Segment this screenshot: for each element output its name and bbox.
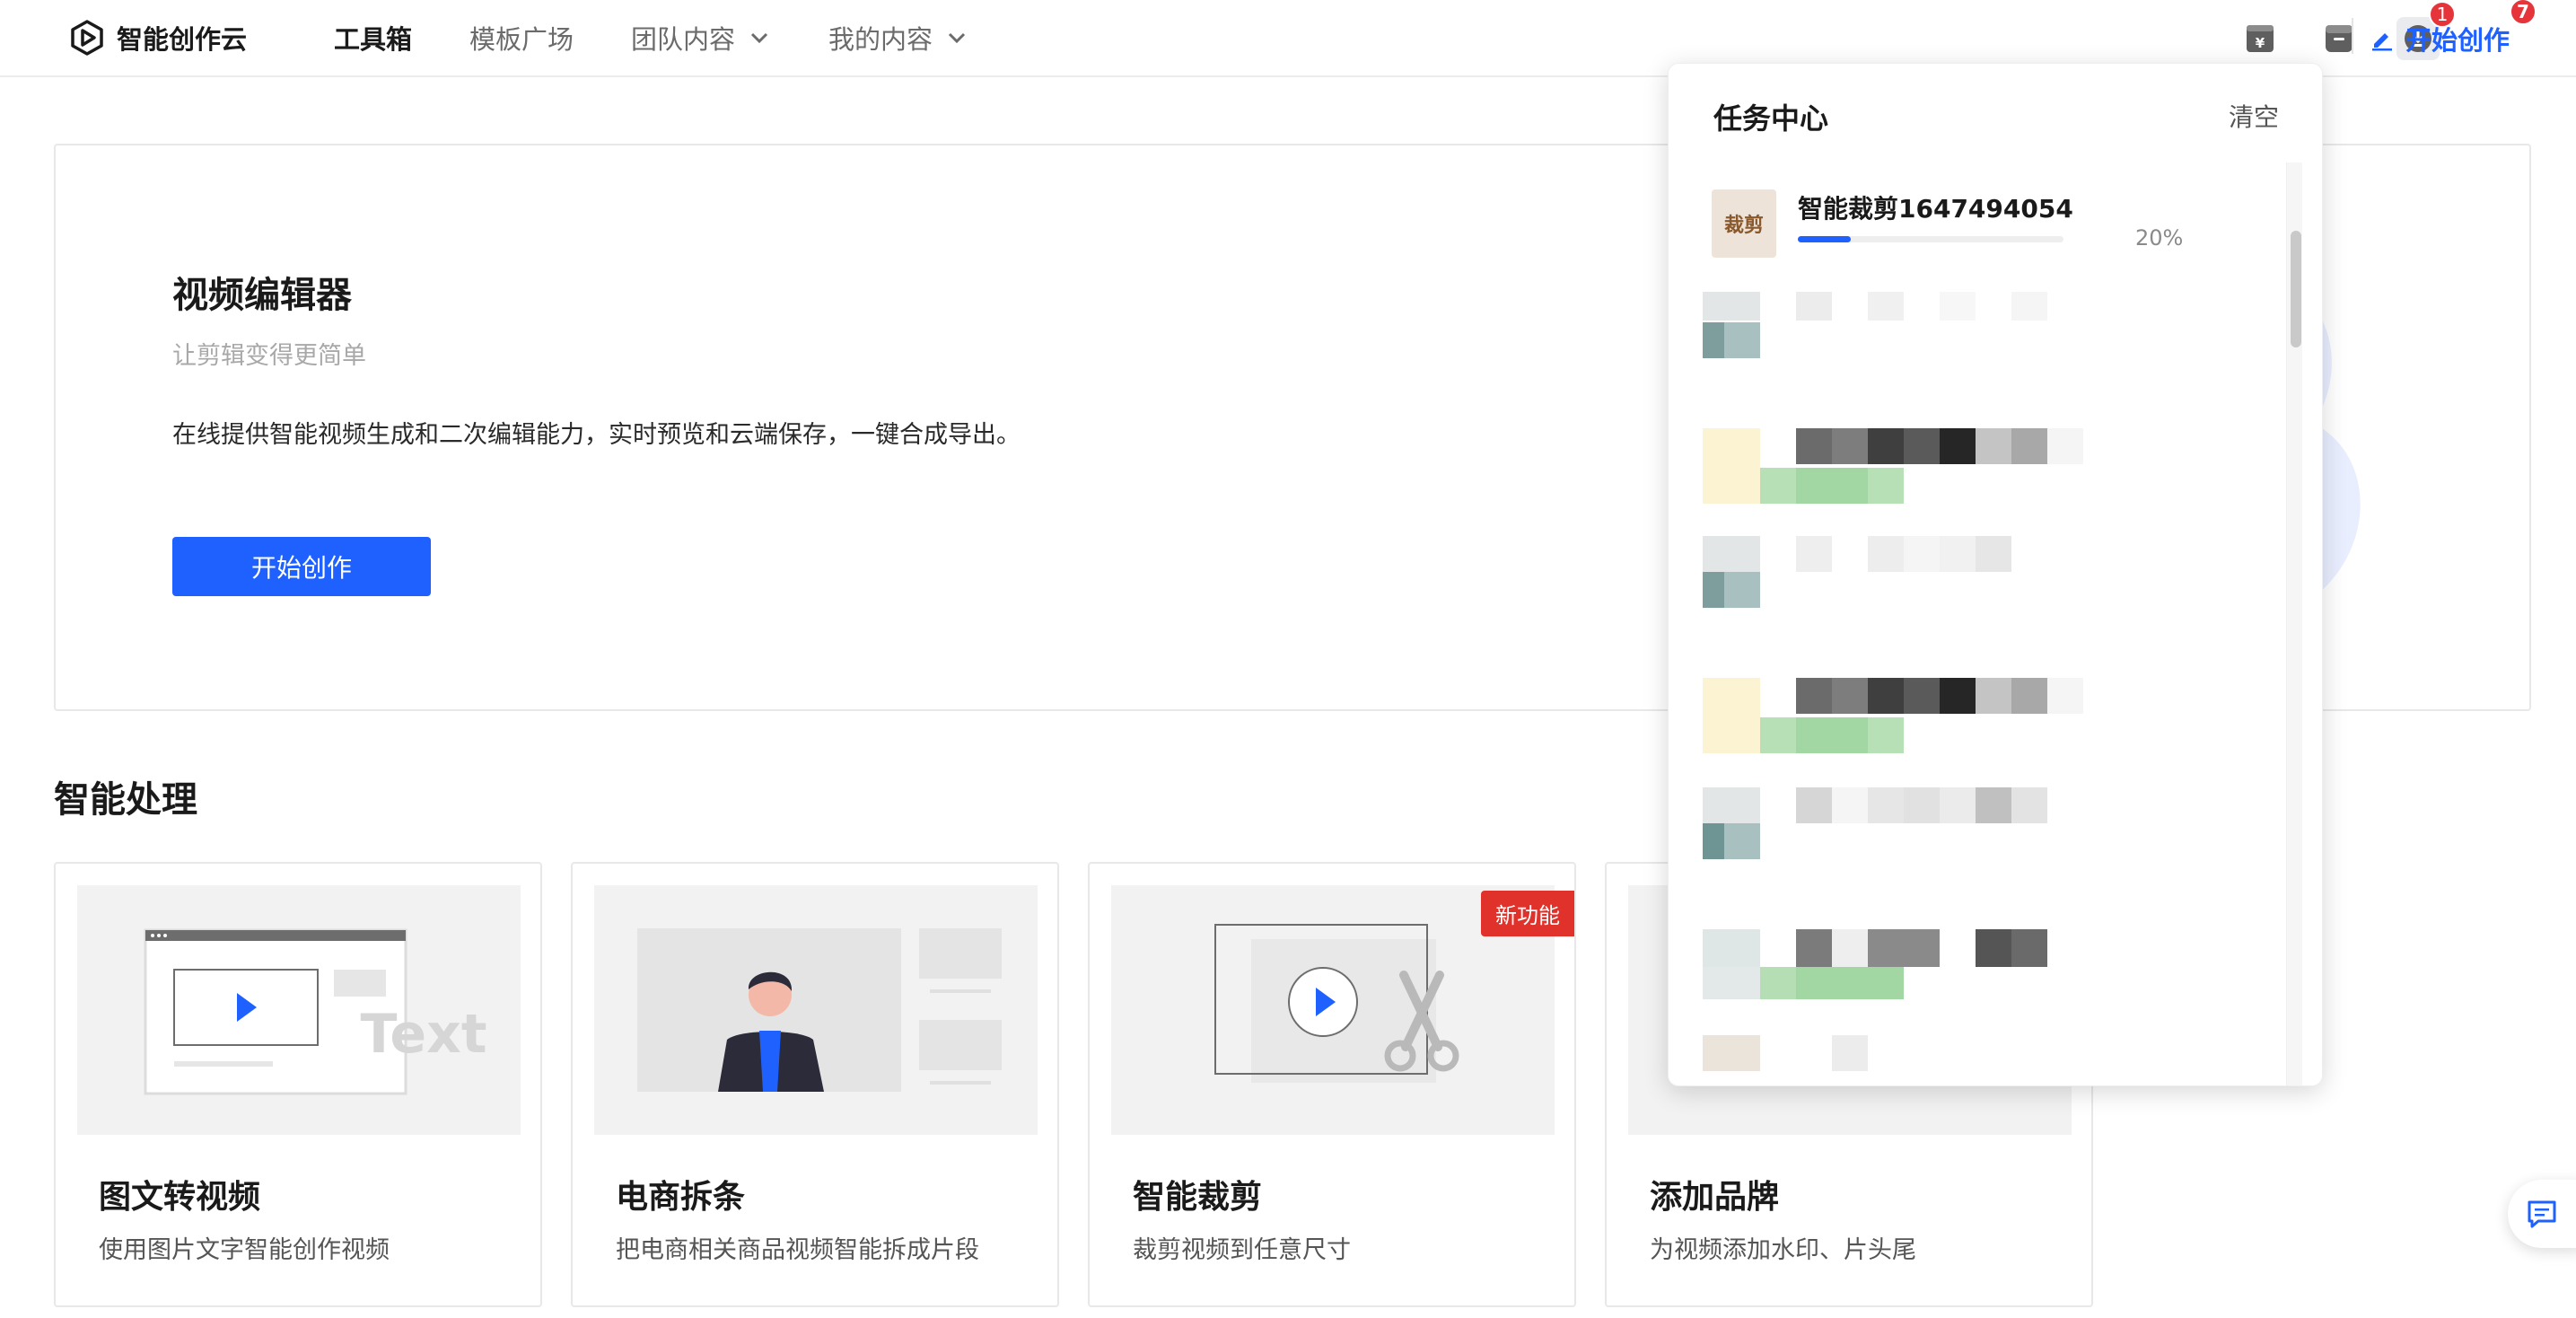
start-create-label: 开始创作 [2405, 25, 2510, 56]
hero-description: 在线提供智能视频生成和二次编辑能力，实时预览和云端保存，一键合成导出。 [172, 421, 1021, 449]
hero-subtitle: 让剪辑变得更简单 [172, 342, 366, 370]
task-list-scrollbar[interactable] [2286, 163, 2302, 1085]
nav-item-label: 工具箱 [334, 24, 413, 55]
blurred-task-item[interactable] [1703, 929, 2134, 1001]
card-title: 智能裁剪 [1133, 1179, 1263, 1216]
feature-card-ecommerce-split[interactable]: 电商拆条 把电商相关商品视频智能拆成片段 [571, 862, 1059, 1307]
clear-tasks-button[interactable]: 清空 [2229, 98, 2279, 134]
card-description: 为视频添加水印、片头尾 [1650, 1236, 1916, 1264]
hero-start-button[interactable]: 开始创作 [172, 537, 431, 596]
yuan-icon: ¥ [2247, 25, 2274, 52]
chevron-down-icon [949, 32, 966, 44]
nav-item-label: 模板广场 [469, 24, 574, 55]
blurred-task-item[interactable] [1703, 292, 2134, 364]
nav-item-template-square[interactable]: 模板广场 [469, 19, 574, 57]
task-center-title: 任务中心 [1713, 101, 1829, 136]
billing-button[interactable]: ¥ [2239, 17, 2282, 60]
pen-icon [2372, 33, 2392, 51]
hero-title: 视频编辑器 [172, 275, 352, 316]
new-feature-tag: 新功能 [1481, 891, 1574, 936]
blurred-task-item[interactable] [1703, 678, 2134, 753]
feature-card-smart-crop[interactable]: 新功能 智能裁剪 裁剪视频到任意尺寸 [1088, 862, 1576, 1307]
card-description: 把电商相关商品视频智能拆成片段 [616, 1236, 979, 1264]
archive-button[interactable] [2318, 17, 2361, 60]
start-create-link[interactable]: 开始创作 7 [2370, 0, 2537, 61]
card-description: 裁剪视频到任意尺寸 [1133, 1236, 1351, 1264]
card-title: 添加品牌 [1650, 1179, 1780, 1216]
feature-card-image-to-video[interactable]: Text 图文转视频 使用图片文字智能创作视频 [54, 862, 542, 1307]
card-illustration: Text [77, 885, 521, 1135]
main-nav: 工具箱 模板广场 团队内容 我的内容 [334, 16, 1026, 59]
task-name: 智能裁剪1647494054 [1798, 194, 2073, 224]
card-description: 使用图片文字智能创作视频 [99, 1236, 390, 1264]
card-title: 图文转视频 [99, 1179, 261, 1216]
nav-item-team-content[interactable]: 团队内容 [631, 19, 771, 57]
task-center-panel: 任务中心 清空 裁剪 智能裁剪1647494054 20% [1668, 63, 2323, 1086]
blurred-task-item[interactable] [1703, 1035, 2134, 1085]
card-illustration-text: Text [360, 1003, 486, 1066]
nav-item-label: 团队内容 [631, 24, 736, 55]
task-progress-fill [1798, 236, 1852, 242]
task-thumbnail: 裁剪 [1712, 189, 1776, 258]
task-thumbnail-label: 裁剪 [1723, 215, 1764, 237]
text-to-video-illustration: Text [144, 928, 487, 1095]
blurred-task-item[interactable] [1703, 428, 2134, 504]
feedback-chat-button[interactable] [2508, 1180, 2576, 1248]
logo-text: 智能创作云 [117, 24, 248, 55]
svg-text:¥: ¥ [2256, 35, 2265, 51]
task-item[interactable]: 裁剪 智能裁剪1647494054 20% [1712, 189, 2250, 261]
card-illustration [594, 885, 1038, 1135]
chevron-down-icon [750, 32, 768, 44]
logo[interactable]: 智能创作云 [68, 16, 247, 59]
notification-count-badge: 7 [2510, 0, 2537, 25]
section-title: 智能处理 [54, 779, 197, 821]
task-progress-bar [1798, 236, 2063, 242]
blurred-task-item[interactable] [1703, 787, 2134, 859]
task-progress-text: 20% [2135, 225, 2184, 250]
nav-item-my-content[interactable]: 我的内容 [828, 19, 968, 57]
play-hexagon-logo-icon [71, 20, 103, 56]
blurred-task-item[interactable] [1703, 536, 2134, 608]
nav-item-toolbox[interactable]: 工具箱 [334, 19, 412, 57]
scrollbar-thumb[interactable] [2291, 231, 2301, 347]
card-title: 电商拆条 [616, 1179, 746, 1216]
nav-item-label: 我的内容 [828, 24, 933, 55]
header-divider [2352, 18, 2353, 54]
ecommerce-split-illustration [637, 928, 1002, 1092]
chat-bubble-icon [2528, 1200, 2556, 1228]
